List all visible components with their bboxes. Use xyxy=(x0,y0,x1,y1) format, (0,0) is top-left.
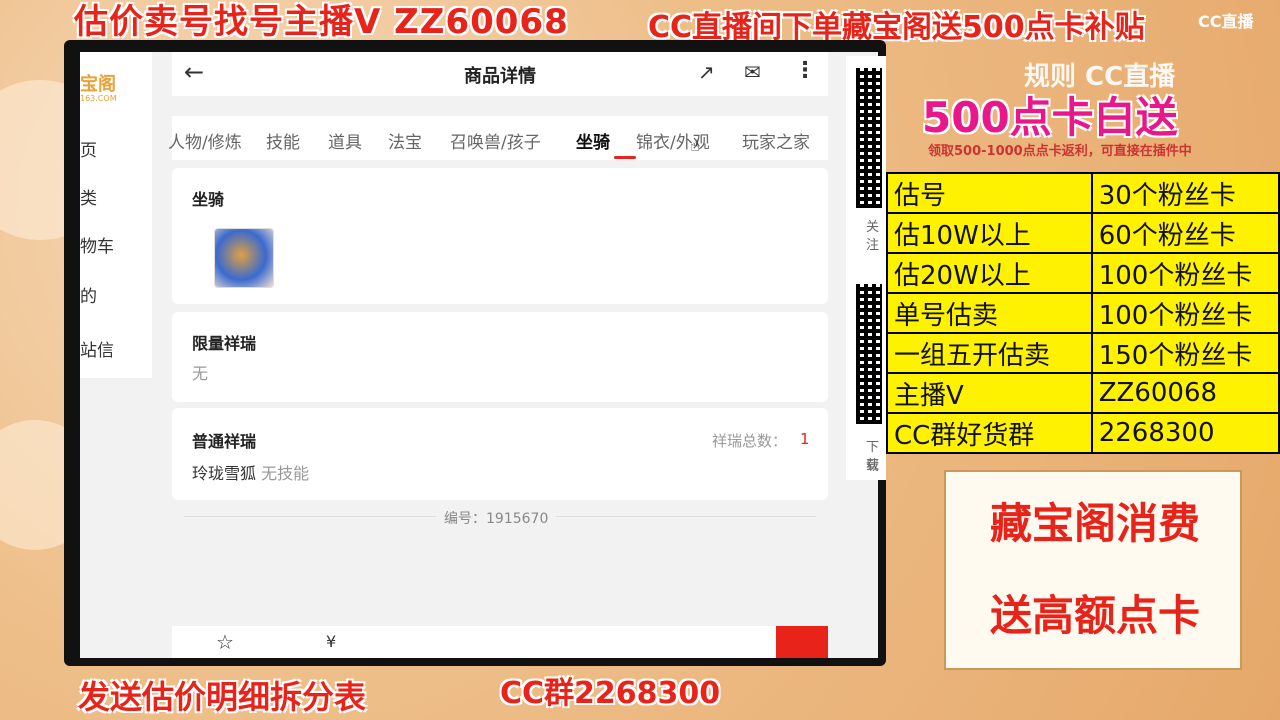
price-service: 单号估卖 xyxy=(886,292,1093,334)
header: ← 商品详情 ↗ ✉ ⋮ xyxy=(172,52,828,96)
promo-subtitle: 领取500-1000点点卡返利，可直接在插件中 xyxy=(928,144,1192,159)
mouse-cursor-icon: ☝ xyxy=(690,136,700,155)
price-cost: 100个粉丝卡 xyxy=(1090,292,1280,334)
coin-icon[interactable]: ¥ xyxy=(326,632,336,651)
sidebar-item-home[interactable]: 页 xyxy=(80,136,97,161)
tab-treasure[interactable]: 法宝 xyxy=(388,128,422,153)
table-row: 单号估卖 100个粉丝卡 xyxy=(886,292,1280,334)
price-cost: 100个粉丝卡 xyxy=(1090,252,1280,294)
qr-caption: 关 xyxy=(866,220,880,235)
qr-code xyxy=(856,68,882,208)
buy-button[interactable] xyxy=(776,626,828,658)
qr-column: 关 注 下载 获 xyxy=(846,56,886,480)
limited-card-value: 无 xyxy=(192,364,209,383)
sidebar-logo: 宝阁 xyxy=(80,74,116,95)
share-icon[interactable]: ↗ xyxy=(698,60,715,84)
mount-thumbnail[interactable] xyxy=(214,228,274,288)
sidebar-item-mine[interactable]: 的 xyxy=(80,282,97,307)
tab-home[interactable]: 玩家之家 xyxy=(742,128,810,153)
left-sidebar: 宝阁 163.COM 页 类 物车 的 站信 xyxy=(80,52,152,378)
table-row: 估号 30个粉丝卡 xyxy=(886,172,1280,214)
tab-skills[interactable]: 技能 xyxy=(266,128,300,153)
sidebar-logo-sub: 163.COM xyxy=(80,94,117,103)
more-options-icon[interactable]: ⋮ xyxy=(794,58,816,83)
total-count-label: 祥瑞总数： xyxy=(712,432,788,450)
qr-caption: 获 xyxy=(866,458,880,473)
price-cost: 150个粉丝卡 xyxy=(1090,332,1280,374)
qr-code xyxy=(856,284,882,424)
price-service: CC群好货群 xyxy=(886,412,1093,454)
common-item-skill: 无技能 xyxy=(261,464,310,483)
price-service: 估号 xyxy=(886,172,1093,214)
bottom-mid-banner: CC群2268300 xyxy=(500,676,721,711)
sidebar-item-cart[interactable]: 物车 xyxy=(80,232,114,257)
cc-live-logo: CC直播 xyxy=(1198,12,1254,31)
active-tab-indicator xyxy=(614,156,636,159)
mount-card-title: 坐骑 xyxy=(192,190,225,209)
price-cost: ZZ60068 xyxy=(1090,372,1280,414)
common-card: 普通祥瑞 祥瑞总数： 1 玲珑雪狐 无技能 xyxy=(172,408,828,500)
price-service: 一组五开估卖 xyxy=(886,332,1093,374)
common-card-title: 普通祥瑞 xyxy=(192,432,257,451)
promo-box-line: 藏宝阁消费 xyxy=(989,499,1200,548)
table-row: 估10W以上 60个粉丝卡 xyxy=(886,212,1280,254)
star-icon[interactable]: ☆ xyxy=(216,630,234,654)
app-screen: 宝阁 163.COM 页 类 物车 的 站信 ← 商品详情 ↗ ✉ ⋮ 人物/修… xyxy=(80,52,878,658)
price-service: 主播V xyxy=(886,372,1093,414)
serial-number: 编号：1915670 xyxy=(436,508,557,528)
qr-caption: 注 xyxy=(866,238,880,253)
mount-card: 坐骑 xyxy=(172,168,828,304)
tab-items[interactable]: 道具 xyxy=(328,128,362,153)
price-cost: 60个粉丝卡 xyxy=(1090,212,1280,254)
bottom-action-bar: ☆ ¥ xyxy=(172,626,828,658)
price-cost: 30个粉丝卡 xyxy=(1090,172,1280,214)
table-row: 估20W以上 100个粉丝卡 xyxy=(886,252,1280,294)
price-cost: 2268300 xyxy=(1090,412,1280,454)
table-row: CC群好货群 2268300 xyxy=(886,412,1280,454)
sidebar-item-messages[interactable]: 站信 xyxy=(80,336,114,361)
promo-box: 藏宝阁消费 送高额点卡 xyxy=(944,470,1242,670)
page-title: 商品详情 xyxy=(464,66,536,87)
sidebar-item-category[interactable]: 类 xyxy=(80,184,97,209)
table-row: 一组五开估卖 150个粉丝卡 xyxy=(886,332,1280,374)
tab-bar: 人物/修炼 技能 道具 法宝 召唤兽/孩子 坐骑 锦衣/外观 玩家之家 xyxy=(168,116,828,160)
price-table: 估号 30个粉丝卡 估10W以上 60个粉丝卡 估20W以上 100个粉丝卡 单号估卖… xyxy=(886,172,1280,454)
top-left-banner: 估价卖号找号主播V ZZ60068 xyxy=(74,2,569,42)
limited-card-title: 限量祥瑞 xyxy=(192,334,257,353)
price-service: 估10W以上 xyxy=(886,212,1093,254)
total-count-value: 1 xyxy=(800,430,810,448)
promo-box-line: 送高额点卡 xyxy=(989,591,1200,640)
tab-mounts[interactable]: 坐骑 xyxy=(576,128,610,153)
limited-card: 限量祥瑞 无 xyxy=(172,312,828,402)
common-item-name: 玲珑雪狐 xyxy=(192,464,257,483)
tab-pets[interactable]: 召唤兽/孩子 xyxy=(450,128,541,153)
price-service: 估20W以上 xyxy=(886,252,1093,294)
promo-headline: 500点卡白送 xyxy=(922,93,1178,142)
table-row: 主播V ZZ60068 xyxy=(886,372,1280,414)
mail-icon[interactable]: ✉ xyxy=(744,60,761,84)
bottom-left-banner: 发送估价明细拆分表 xyxy=(78,678,367,716)
tab-character[interactable]: 人物/修炼 xyxy=(168,128,242,153)
main-panel: ← 商品详情 ↗ ✉ ⋮ 人物/修炼 技能 道具 法宝 召唤兽/孩子 坐骑 锦衣… xyxy=(168,52,828,658)
